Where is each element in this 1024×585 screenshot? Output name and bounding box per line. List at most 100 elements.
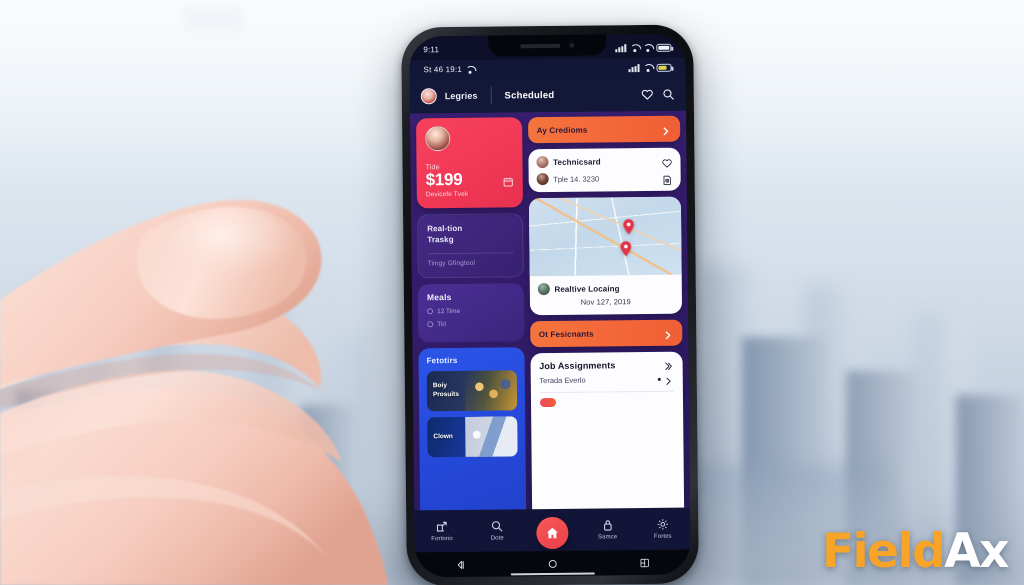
map-card-date: Nov 127, 2019: [580, 297, 631, 307]
tracking-card[interactable]: Real-tion Traskg Timgy Gfingteol: [417, 213, 524, 279]
phone-notch: [488, 34, 607, 57]
location-avatar: [537, 283, 550, 296]
media-row-2: Tirl: [427, 320, 515, 328]
right-column: Ay Credioms Technicsard Tple 14. 3230 Re…: [527, 115, 685, 531]
features-thumb2-caption: Clown: [433, 432, 453, 440]
tab-date[interactable]: Dote: [469, 519, 524, 542]
home-icon: [546, 527, 558, 539]
home-circle-icon[interactable]: [547, 557, 559, 569]
secondary-action-button[interactable]: Ot Fesicnants: [529, 319, 683, 348]
tab-date-label: Dote: [490, 535, 504, 542]
thumbnail-artwork: [464, 416, 518, 457]
map-pin-icon[interactable]: [620, 240, 632, 256]
features-thumb1-caption: Boiy Prosuits: [432, 382, 459, 399]
tab-settings-label: Fortes: [654, 533, 672, 540]
signal-bars-icon: [628, 63, 640, 72]
job-title-row: Job Assignments: [539, 359, 674, 371]
features-thumbnail-1[interactable]: Boiy Prosuits: [426, 370, 517, 412]
header-divider: [490, 86, 492, 105]
logo-field-text: Field: [821, 524, 946, 579]
status-app-label: St 46 19:1: [423, 64, 463, 75]
job-assignments-subtitle: Terada Everlo: [539, 375, 586, 386]
technician-card[interactable]: Technicsard Tple 14. 3230: [527, 147, 681, 193]
wifi-icon: [466, 66, 475, 73]
heart-icon[interactable]: [641, 87, 654, 100]
technician-card-title: Technicsard: [553, 156, 601, 167]
phone-screen: 9:11 St 46 19:1 Legries Scheduled Tide $…: [409, 33, 691, 578]
media-card[interactable]: Meals 12 Time Tirl: [417, 283, 524, 343]
job-assignments-card[interactable]: Job Assignments Terada Everlo: [530, 351, 685, 531]
calendar-icon[interactable]: [502, 174, 513, 187]
lock-icon: [603, 520, 612, 531]
logo-ax-text: Ax: [944, 524, 1009, 579]
earpiece-speaker: [520, 43, 561, 48]
map-card[interactable]: Realtive Locaing Nov 127, 2019: [528, 196, 683, 316]
price-card-amount: $199: [425, 169, 463, 190]
bullet-icon: [657, 377, 661, 381]
smartphone-device: 9:11 St 46 19:1 Legries Scheduled Tide $…: [401, 24, 699, 585]
settings-gear-icon: [657, 519, 668, 530]
search-icon: [492, 521, 503, 532]
tracking-card-subtitle: Timgy Gfingteol: [427, 259, 476, 268]
technician-row-sub: Tple 14. 3230: [536, 172, 673, 186]
job-assignments-title: Job Assignments: [539, 359, 616, 371]
bullet-icon: [427, 308, 434, 315]
price-card[interactable]: Tide $199 Devicefe Tvek: [416, 117, 523, 209]
divider: [427, 252, 514, 255]
heart-icon[interactable]: [661, 155, 672, 168]
tab-scheduled[interactable]: Scheduled: [504, 89, 554, 101]
user-avatar[interactable]: [420, 88, 437, 105]
left-column: Tide $199 Devicefe Tvek Real-tion Traskg…: [416, 117, 526, 532]
battery-icon: [656, 43, 672, 52]
tab-home[interactable]: [525, 516, 580, 550]
share-box-icon: [437, 521, 447, 532]
tracking-card-title-1: Real-tion: [427, 223, 463, 234]
tab-source-label: Samce: [598, 534, 618, 541]
back-triangle-icon[interactable]: [455, 558, 467, 570]
map-pin-icon[interactable]: [623, 218, 635, 234]
technician-card-subtitle: Tple 14. 3230: [553, 173, 600, 184]
header-user-label[interactable]: Legries: [445, 91, 478, 101]
tab-portfolio-label: Fortorio: [431, 536, 453, 543]
front-camera: [569, 42, 575, 48]
wifi-icon: [630, 44, 639, 51]
thumbnail-artwork: [464, 370, 517, 411]
tab-source[interactable]: Samce: [580, 518, 635, 541]
fieldax-logo: FieldAx: [822, 528, 1010, 575]
chevron-right-icon: [662, 327, 673, 339]
primary-action-button[interactable]: Ay Credioms: [527, 115, 681, 144]
chevron-right-icon: [660, 123, 671, 135]
battery-icon: [656, 63, 672, 72]
job-status-badge: [539, 397, 556, 408]
double-chevron-right-icon[interactable]: [663, 359, 674, 370]
search-icon[interactable]: [662, 87, 675, 100]
technician-row-title: Technicsard: [536, 155, 673, 169]
secondary-action-label: Ot Fesicnants: [538, 329, 594, 339]
job-sub-row: Terada Everlo: [539, 374, 674, 386]
map-view[interactable]: [528, 196, 682, 277]
home-fab-button[interactable]: [536, 516, 569, 550]
features-card-title: Fetotirs: [426, 355, 458, 366]
media-row-1: 12 Time: [427, 307, 515, 315]
tab-portfolio[interactable]: Fortorio: [414, 520, 469, 543]
features-card[interactable]: Fetotirs Boiy Prosuits Clown: [418, 347, 526, 532]
signal-bars-icon: [615, 43, 627, 52]
map-card-title: Realtive Locaing: [554, 283, 620, 294]
media-card-title: Meals: [426, 291, 452, 303]
tracking-card-title-2: Traskg: [427, 235, 454, 245]
wifi-icon: [643, 64, 652, 71]
price-card-subtitle: Devicefe Tvek: [425, 190, 469, 199]
status-time: 9:11: [423, 45, 440, 55]
recents-square-icon[interactable]: [639, 556, 651, 568]
tab-settings[interactable]: Fortes: [635, 518, 690, 541]
bottom-tab-bar: Fortorio Dote Samce Fortes: [414, 507, 691, 553]
bullet-icon: [427, 321, 434, 328]
dot-chevron-right-icon[interactable]: [663, 374, 674, 385]
technician-avatar: [536, 173, 549, 186]
map-card-footer: Realtive Locaing Nov 127, 2019: [529, 275, 682, 316]
divider: [539, 390, 674, 394]
status-bar-app: St 46 19:1: [409, 57, 686, 80]
features-thumbnail-2[interactable]: Clown: [427, 416, 518, 458]
note-clock-icon[interactable]: [662, 172, 673, 185]
map-card-title-row: Realtive Locaing: [537, 282, 674, 296]
